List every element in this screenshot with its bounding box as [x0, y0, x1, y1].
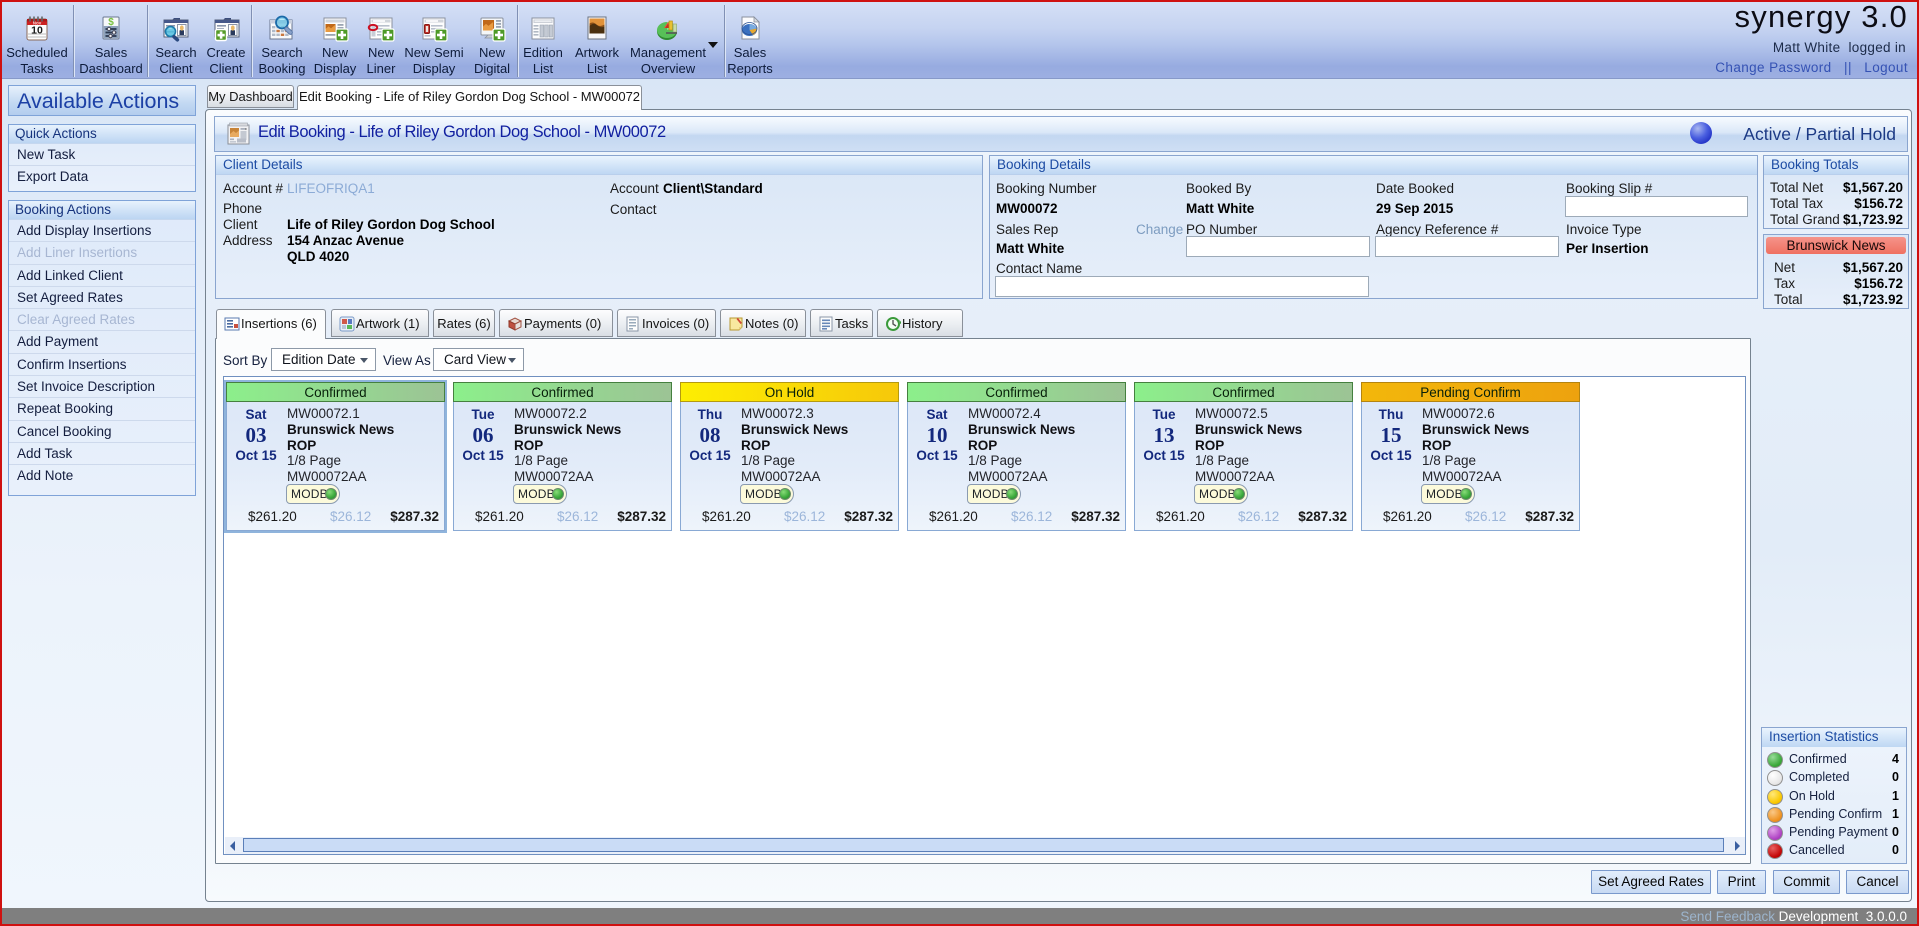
svg-text:$: $ — [108, 17, 114, 28]
svg-text:10: 10 — [31, 25, 43, 37]
